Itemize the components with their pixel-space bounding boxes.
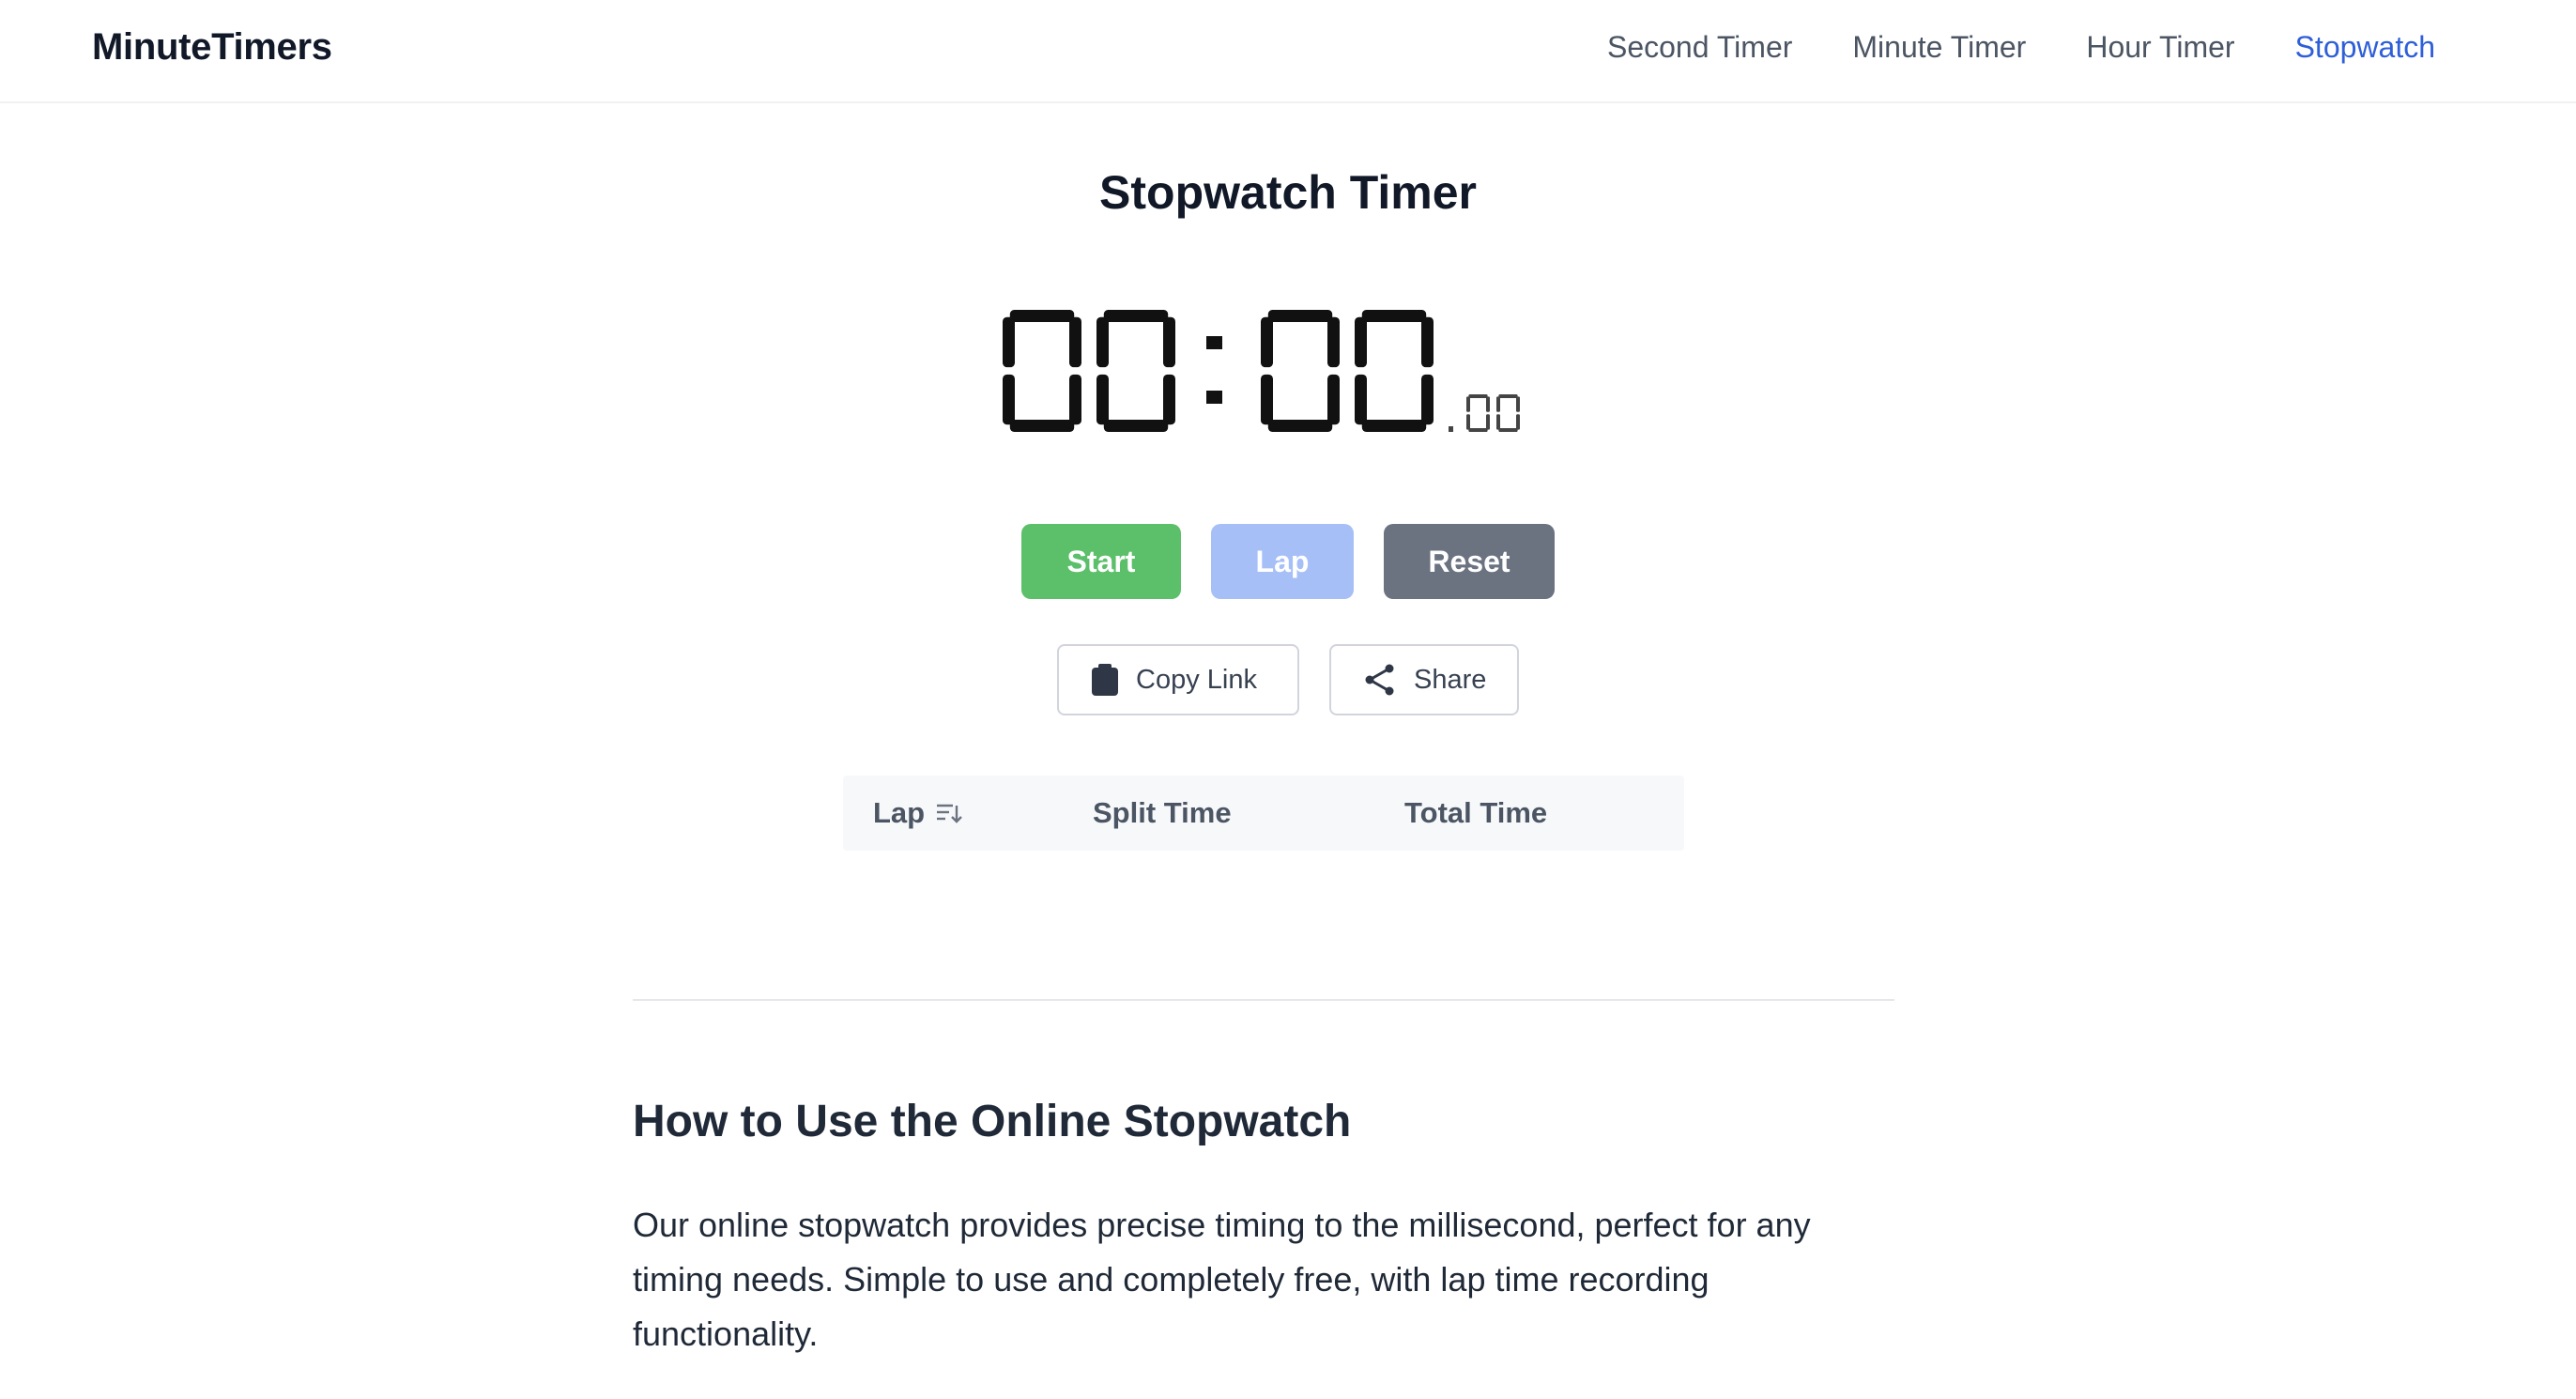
how-to-paragraph: Our online stopwatch provides precise ti…	[633, 1206, 1811, 1353]
stopwatch-display	[1003, 310, 1520, 432]
share-icon	[1365, 664, 1394, 696]
nav-hour-timer[interactable]: Hour Timer	[2086, 21, 2234, 73]
copy-link-button[interactable]: Copy Link	[1057, 644, 1299, 715]
page-title: Stopwatch Timer	[1099, 166, 1477, 219]
share-button[interactable]: Share	[1329, 644, 1519, 715]
centiseconds-digits	[1466, 394, 1520, 432]
nav-second-timer[interactable]: Second Timer	[1607, 21, 1792, 73]
time-digits	[1003, 310, 1434, 432]
primary-controls: Start Lap Reset	[0, 524, 2576, 599]
seconds-tens-digit	[1261, 310, 1340, 432]
site-header: MinuteTimers Second Timer Minute Timer H…	[0, 0, 2576, 103]
lap-column-header[interactable]: Lap	[873, 776, 962, 851]
lap-column-label: Lap	[873, 796, 926, 829]
clipboard-icon	[1092, 664, 1118, 696]
how-to-heading: How to Use the Online Stopwatch	[633, 1097, 1352, 1146]
minutes-ones-digit	[1096, 310, 1175, 432]
split-time-column-header: Split Time	[1093, 796, 1232, 829]
minutes-tens-digit	[1003, 310, 1081, 432]
share-label: Share	[1414, 664, 1487, 695]
seconds-ones-digit	[1355, 310, 1434, 432]
nav-stopwatch[interactable]: Stopwatch	[2295, 21, 2435, 73]
nav-minute-timer[interactable]: Minute Timer	[1852, 21, 2026, 73]
total-time-column-header: Total Time	[1404, 796, 1548, 829]
sort-icon[interactable]	[936, 802, 962, 824]
copy-link-label: Copy Link	[1136, 664, 1257, 695]
lap-button[interactable]: Lap	[1211, 524, 1354, 599]
reset-button[interactable]: Reset	[1384, 524, 1555, 599]
colon-separator	[1206, 336, 1222, 404]
lap-table: Lap Split Time Total Time	[843, 776, 1684, 851]
main-nav: Second Timer Minute Timer Hour Timer Sto…	[1607, 21, 2435, 73]
centiseconds-tens-digit	[1466, 394, 1490, 432]
site-logo[interactable]: MinuteTimers	[92, 21, 332, 73]
secondary-controls: Copy Link Share	[0, 644, 2576, 715]
section-divider	[633, 999, 1894, 1001]
start-button[interactable]: Start	[1021, 524, 1181, 599]
centiseconds-ones-digit	[1496, 394, 1520, 432]
